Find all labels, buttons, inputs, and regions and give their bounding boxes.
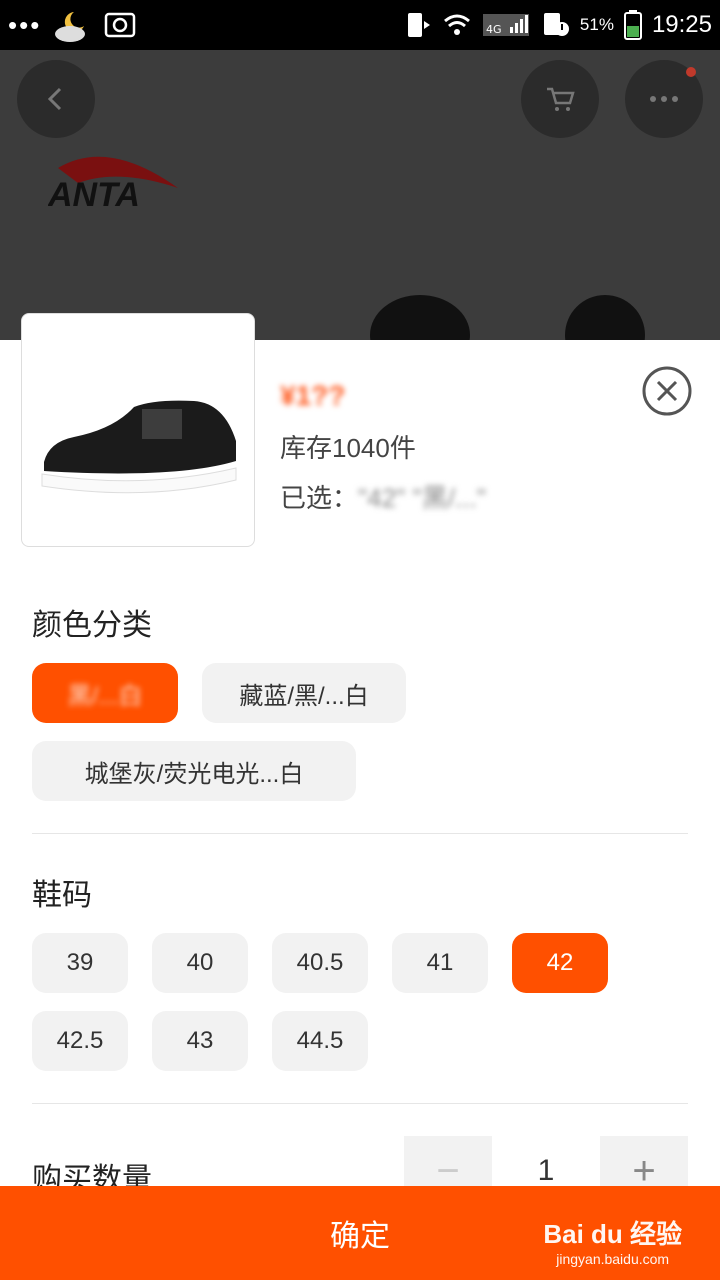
size-option-41[interactable]: 41 [392,933,488,993]
selected-value: "42" "黑/..." [358,483,486,513]
size-option-39[interactable]: 39 [32,933,128,993]
status-bar: ••• 4G 51% 19:25 [0,0,720,50]
confirm-button-label: 确定 [330,1220,390,1253]
screenshot-icon [104,12,136,38]
back-button[interactable] [17,60,95,138]
clock: 19:25 [651,11,712,38]
more-dots-icon [650,96,678,102]
stock-count: 库存1040件 [280,433,416,463]
size-option-42-5[interactable]: 42.5 [32,1011,128,1071]
cart-icon [547,87,575,111]
size-option-40-5[interactable]: 40.5 [272,933,368,993]
background-product-image [370,295,645,340]
divider [32,833,688,834]
sim-alert-icon [543,13,569,36]
signal-4g-icon: 4G [482,14,529,36]
size-option-44-5[interactable]: 44.5 [272,1011,368,1071]
anta-logo: ANTA [48,156,178,214]
color-option-3[interactable]: 城堡灰/荧光电光...白 [32,741,356,801]
baidu-jingyan-watermark: Bai du 经验 jingyan.baidu.com [543,1214,682,1267]
sneaker-image [41,400,237,494]
size-option-40[interactable]: 40 [152,933,248,993]
weather-moon-cloud-icon [55,12,85,42]
battery-percent: 51% [579,15,614,34]
chevron-left-icon [47,87,62,111]
notification-badge [686,67,696,77]
color-option-2[interactable]: 藏蓝/黑/...白 [202,663,406,723]
watermark-url: jingyan.baidu.com [556,1251,670,1267]
color-option-1[interactable]: 黑/...白 [32,663,178,723]
selected-summary: 已选："42" "黑/..." [280,478,486,515]
size-option-42[interactable]: 42 [512,933,608,993]
size-section-title: 鞋码 [32,879,92,912]
cart-button[interactable] [521,60,599,138]
notification-dots-icon: ••• [8,10,42,40]
selected-label: 已选： [280,483,359,513]
divider [32,1103,688,1104]
svg-text:ANTA: ANTA [48,176,140,214]
size-option-43[interactable]: 43 [152,1011,248,1071]
battery-icon [623,10,642,40]
svg-text:4G: 4G [486,23,502,36]
product-price: ¥1?? [280,380,346,411]
color-section-title: 颜色分类 [32,609,152,642]
product-page-background: ANTA [0,50,720,340]
call-icon [407,13,430,37]
product-thumbnail [21,313,255,547]
watermark-brand: Bai du 经验 [543,1219,682,1249]
close-icon[interactable] [642,366,692,416]
wifi-icon [443,14,470,35]
